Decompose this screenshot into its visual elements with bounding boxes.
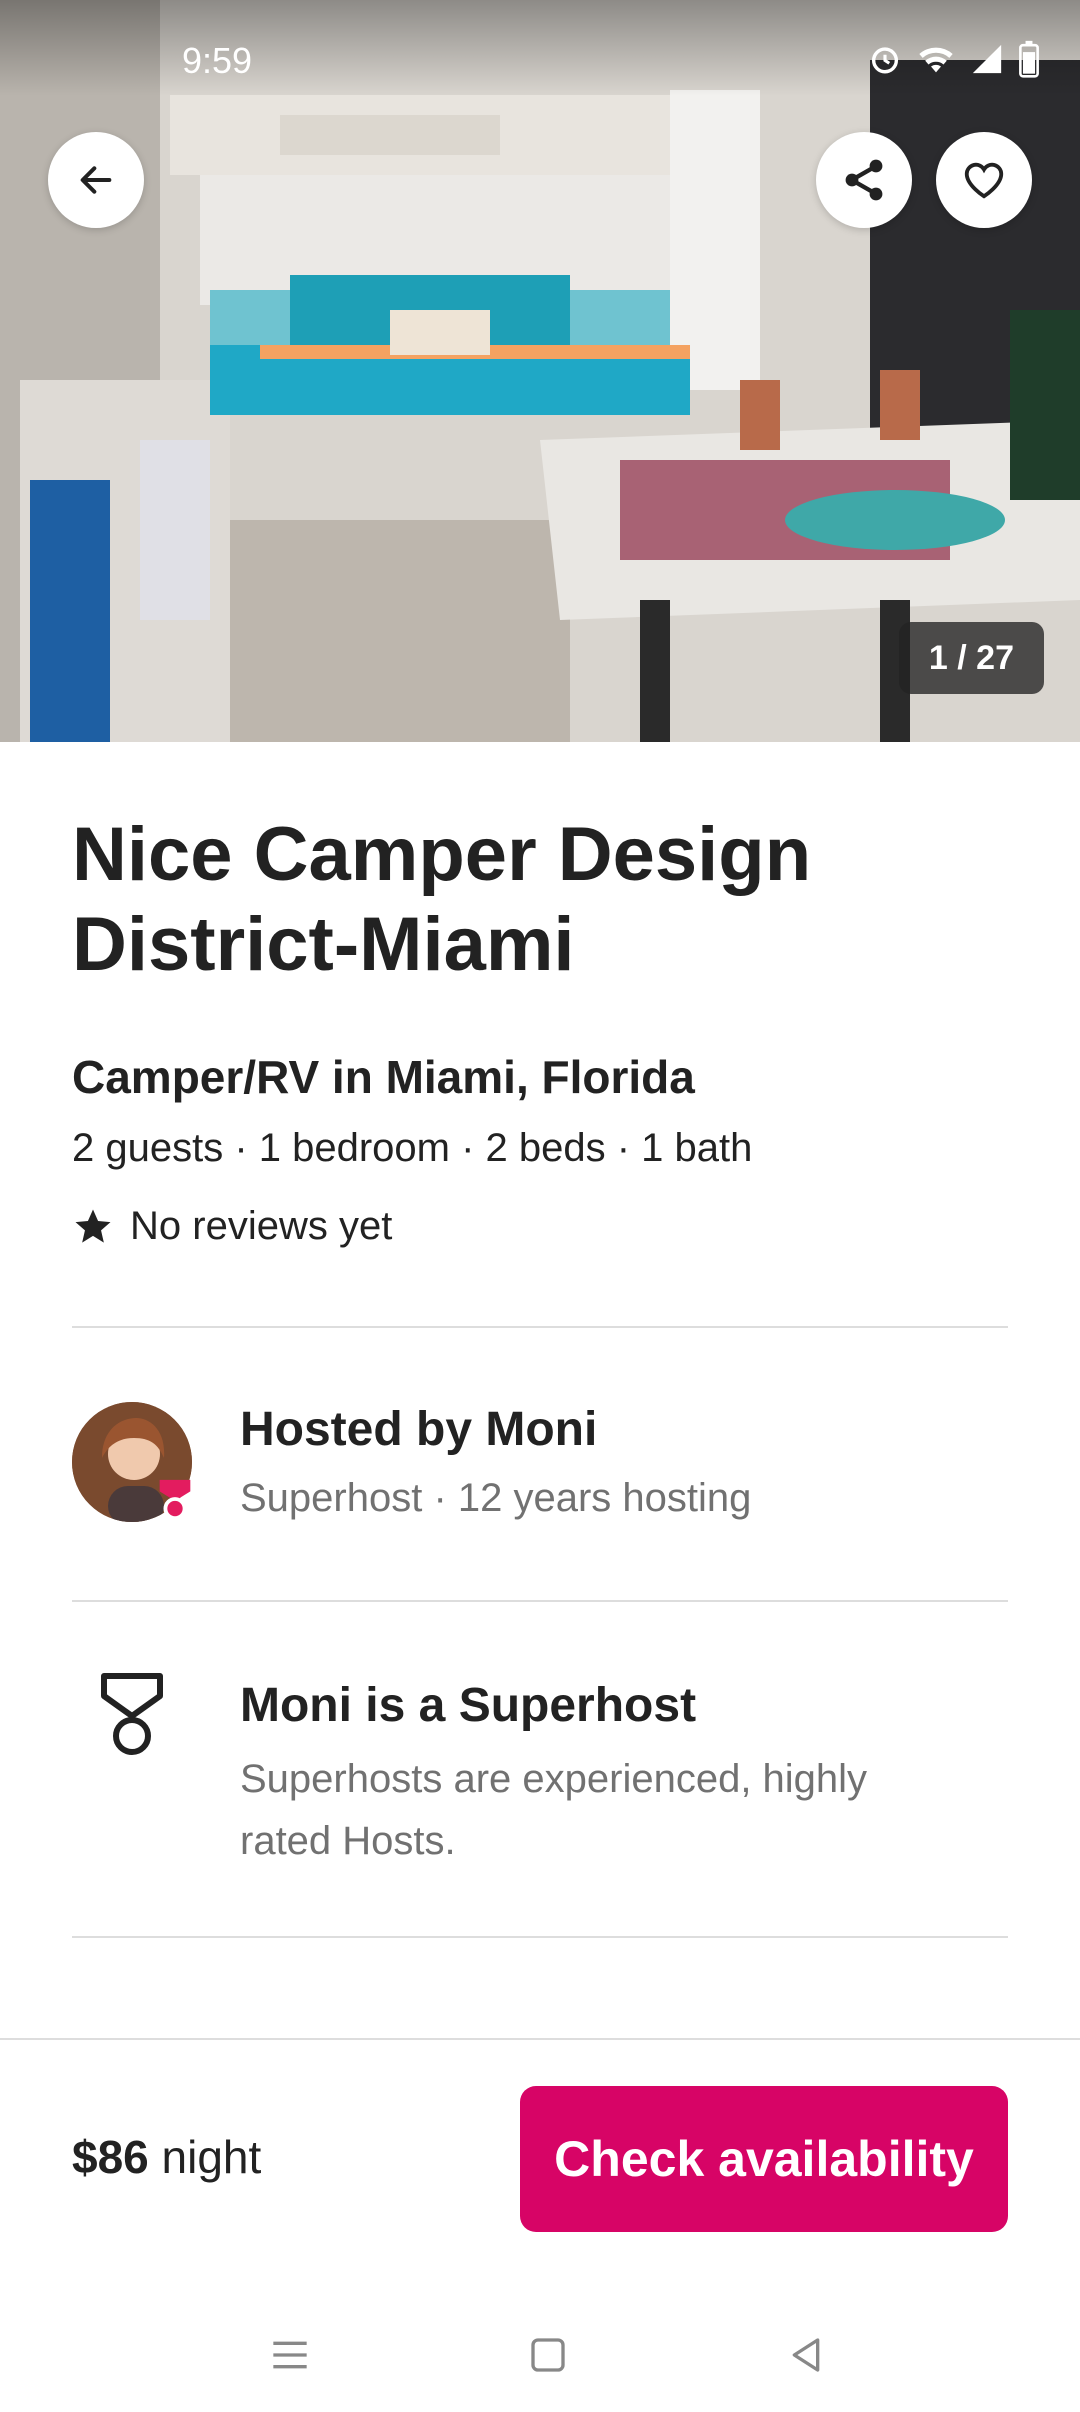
back-arrow-icon	[80, 166, 112, 194]
home-nav-icon	[531, 2338, 565, 2372]
superhost-badge-icon	[159, 1479, 191, 1521]
wifi-icon	[919, 47, 953, 73]
back-button[interactable]	[48, 132, 144, 228]
save-favorite-button[interactable]	[936, 132, 1032, 228]
divider	[72, 1600, 1008, 1602]
system-nav-bar	[0, 2290, 1080, 2412]
listing-title: Nice Camper Design District-Miami	[72, 812, 812, 987]
reviews-summary[interactable]: No reviews yet	[72, 1204, 392, 1249]
heart-icon	[964, 162, 1004, 199]
system-back-button[interactable]	[776, 2330, 836, 2380]
share-button[interactable]	[816, 132, 912, 228]
back-nav-icon	[792, 2338, 820, 2372]
listing-details: 2 guests · 1 bedroom · 2 beds · 1 bath	[72, 1126, 753, 1170]
nightly-price: $86 night	[72, 2130, 261, 2184]
listing-photo[interactable]: 9:59 1 / 27	[0, 0, 1080, 742]
star-icon	[75, 1209, 111, 1243]
battery-icon	[1019, 40, 1039, 78]
divider	[72, 1326, 1008, 1328]
status-time: 9:59	[182, 40, 253, 81]
superhost-medal-icon	[101, 1673, 163, 1755]
host-meta: Superhost · 12 years hosting	[240, 1476, 752, 1520]
signal-icon	[972, 44, 1002, 74]
host-name: Hosted by Moni	[240, 1403, 598, 1456]
status-icons	[868, 40, 1040, 78]
alarm-icon	[871, 47, 899, 74]
price-unit: night	[161, 2131, 262, 2183]
divider	[72, 1936, 1008, 1938]
menu-nav-icon	[273, 2341, 307, 2369]
superhost-description: Superhosts are experienced, highly rated…	[240, 1757, 868, 1863]
superhost-title: Moni is a Superhost	[240, 1679, 697, 1732]
check-availability-button[interactable]: Check availability	[520, 2086, 1008, 2232]
home-button[interactable]	[518, 2330, 578, 2380]
share-icon	[845, 159, 883, 201]
price-amount: $86	[72, 2131, 149, 2183]
status-bar: 9:59	[0, 0, 1080, 96]
reviews-label: No reviews yet	[130, 1204, 393, 1248]
recent-apps-button[interactable]	[260, 2330, 320, 2380]
listing-subtitle: Camper/RV in Miami, Florida	[72, 1051, 695, 1103]
photo-counter: 1 / 27	[898, 622, 1044, 694]
